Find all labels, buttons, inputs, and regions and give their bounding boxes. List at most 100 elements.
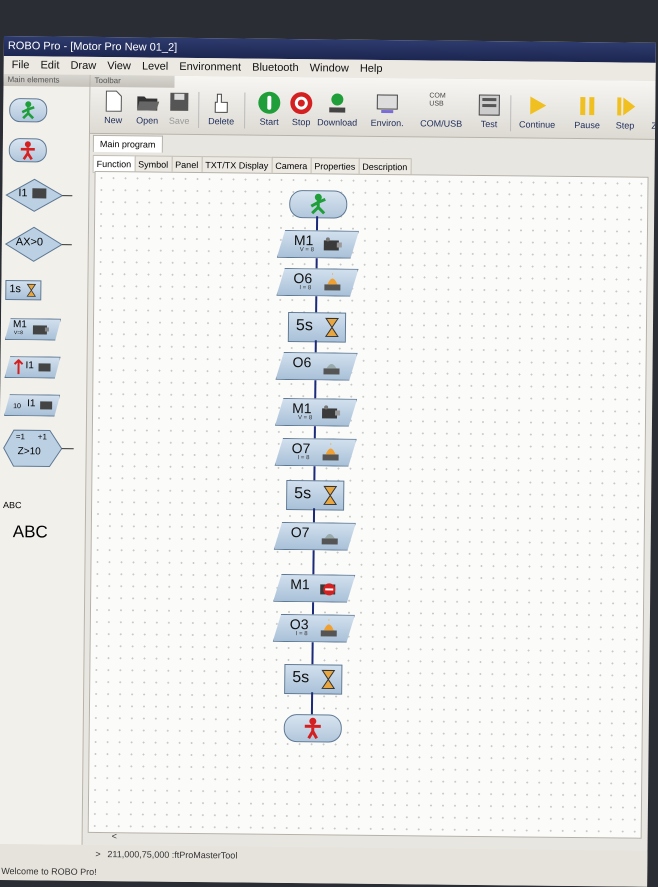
palette-edge-element[interactable]: I1 [4, 356, 60, 379]
hourglass-icon [26, 283, 36, 297]
environ-button[interactable]: Environ. [366, 92, 408, 134]
palette-motor-label: M1 [13, 319, 27, 330]
flow-connector [316, 216, 318, 230]
menu-window[interactable]: Window [310, 59, 349, 77]
comusb-button[interactable]: COM USB COM/USB [420, 92, 462, 134]
delete-hand-icon [209, 90, 233, 114]
flow-connector [314, 380, 316, 398]
robo-pro-window: ROBO Pro - [Motor Pro New 01_2] File Edi… [0, 36, 656, 887]
start-green-icon [257, 91, 281, 115]
stop-red-icon [289, 91, 313, 115]
lamp-off-icon [319, 527, 341, 545]
flow-start-block[interactable] [289, 190, 347, 219]
palette-motor-sub: V=8 [14, 330, 23, 336]
window-title: ROBO Pro - [Motor Pro New 01_2] [8, 40, 177, 54]
com-usb-icon: COM USB [429, 92, 453, 116]
flow-lamp-block[interactable]: O7I = 8 [275, 438, 357, 467]
motor-icon [320, 403, 342, 421]
toolbar: Toolbar New Open Save Delete Start Stop [90, 75, 656, 140]
block-sublabel: V = 8 [300, 247, 314, 253]
flow-lamp-block[interactable]: O3I = 8 [273, 614, 355, 643]
menu-environment[interactable]: Environment [179, 58, 241, 77]
flow-lamp-block[interactable]: O6I = 8 [276, 268, 358, 297]
test-button[interactable]: Test [468, 93, 510, 135]
palette-branch-input[interactable]: I1 [4, 178, 64, 213]
block-label: O6 [293, 270, 312, 286]
palette-start-element[interactable] [9, 98, 47, 122]
palette-compare-top-right: +1 [38, 432, 47, 441]
status-message: Welcome to ROBO Pro! [1, 866, 96, 877]
palette-text-large[interactable]: ABC [13, 522, 48, 542]
zoom-button[interactable]: Z [644, 95, 656, 137]
menu-bluetooth[interactable]: Bluetooth [252, 59, 299, 77]
motor-icon [32, 322, 50, 336]
stop-button-label: Stop [292, 117, 311, 127]
start-figure-icon [10, 99, 46, 121]
palette-counter-element[interactable]: 10 I1 [4, 394, 60, 417]
flow-wait-block[interactable]: 5s [284, 664, 342, 695]
palette-text-small[interactable]: ABC [3, 500, 22, 510]
stop-figure-icon [285, 715, 341, 742]
flow-connector [315, 296, 317, 312]
pause-button[interactable]: Pause [566, 94, 608, 136]
hourglass-icon [323, 485, 337, 505]
palette-input-label: I1 [18, 187, 27, 199]
flow-connector [313, 508, 315, 522]
save-button[interactable]: Save [158, 90, 200, 132]
block-label: O7 [292, 440, 311, 456]
start-button-label: Start [260, 117, 279, 127]
flow-motor-stop-block[interactable]: M1 [273, 574, 355, 603]
menu-file[interactable]: File [12, 56, 30, 74]
test-button-label: Test [481, 119, 498, 129]
continue-button-label: Continue [519, 119, 555, 129]
palette-stop-element[interactable] [9, 138, 47, 162]
floppy-disk-icon [167, 90, 191, 114]
tab-main-program[interactable]: Main program [93, 135, 163, 153]
palette-wait-element[interactable]: 1s [5, 280, 41, 300]
test-panel-icon [477, 93, 501, 117]
palette-compare-element[interactable]: =1 +1 Z>10 [1, 428, 65, 469]
scroll-left-arrow[interactable]: < [112, 831, 117, 841]
block-label: M1 [290, 576, 310, 592]
edge-arrow-icon [12, 359, 24, 375]
block-sublabel: I = 8 [298, 455, 310, 461]
nav-arrow[interactable]: > [95, 849, 100, 859]
folder-open-icon [135, 89, 159, 113]
menu-view[interactable]: View [107, 57, 131, 75]
menu-draw[interactable]: Draw [70, 57, 96, 75]
palette-branch-analog[interactable]: AX>0 [4, 226, 64, 263]
save-button-label: Save [169, 116, 190, 126]
menu-edit[interactable]: Edit [40, 56, 59, 74]
download-button[interactable]: Download [316, 91, 358, 133]
flow-wait-block[interactable]: 5s [286, 480, 344, 511]
flow-connector [313, 466, 315, 480]
palette-motor-element[interactable]: M1 V=8 [5, 318, 61, 341]
delete-button[interactable]: Delete [200, 90, 242, 132]
program-canvas[interactable]: M1V = 8O6I = 85sO6M1V = 8O7I = 85sO7M1O3… [88, 171, 649, 839]
flow-lamp-off-block[interactable]: O6 [275, 352, 357, 381]
flow-wait-block[interactable]: 5s [288, 312, 346, 343]
stop-figure-icon [10, 139, 46, 161]
block-label: O7 [291, 524, 310, 540]
palette-header: Main elements [3, 74, 89, 87]
flow-lamp-off-block[interactable]: O7 [274, 522, 356, 551]
flow-stop-block[interactable] [284, 714, 342, 743]
flow-connector [312, 602, 314, 614]
toolbar-separator [510, 95, 511, 131]
zoom-icon [644, 95, 656, 119]
flow-motor-block[interactable]: M1V = 8 [275, 398, 357, 427]
step-button[interactable]: Step [604, 94, 646, 136]
start-figure-icon [290, 191, 346, 218]
block-sublabel: I = 8 [299, 285, 311, 291]
flow-connector [316, 258, 318, 268]
menu-help[interactable]: Help [360, 60, 383, 78]
flow-connector [315, 340, 317, 352]
menu-level[interactable]: Level [142, 57, 168, 75]
input-sensor-icon [37, 361, 51, 373]
block-label: M1 [292, 400, 312, 416]
flow-motor-block[interactable]: M1V = 8 [277, 230, 359, 259]
usb-icon-text: USB [429, 100, 453, 108]
download-button-label: Download [317, 117, 357, 127]
palette-counter-value: 10 [13, 403, 21, 410]
continue-button[interactable]: Continue [516, 93, 558, 135]
